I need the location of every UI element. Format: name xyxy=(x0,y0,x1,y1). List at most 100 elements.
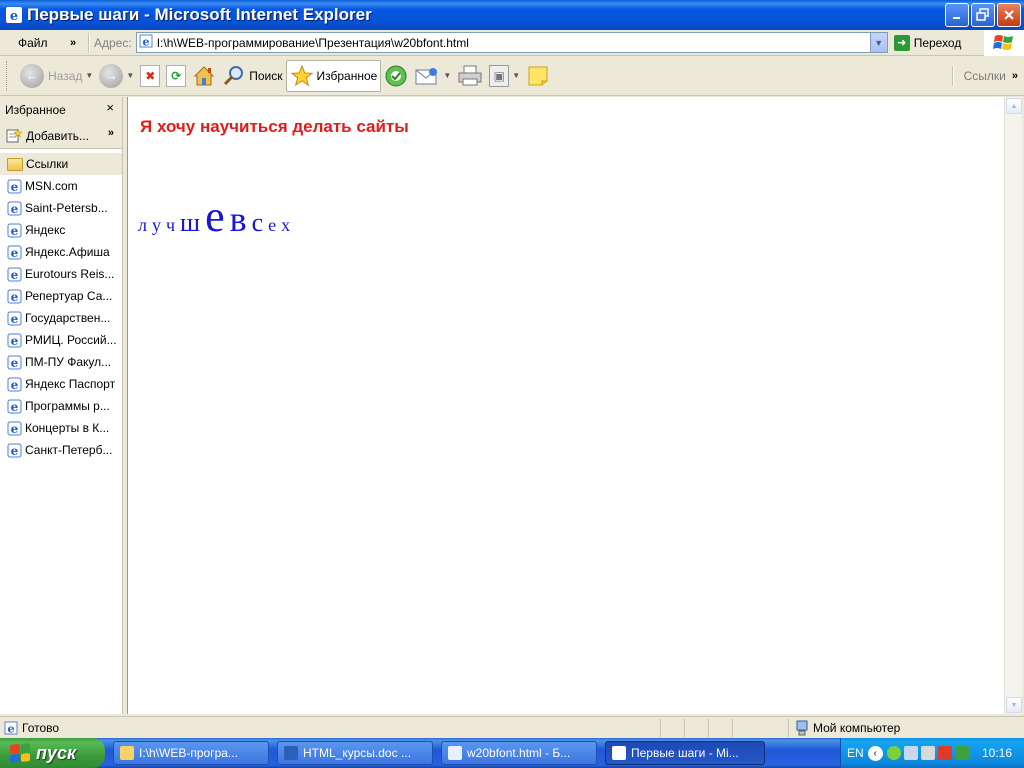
favorite-link[interactable]: e Государствен... xyxy=(0,307,122,329)
favorite-link[interactable]: e Репертуар Са... xyxy=(0,285,122,307)
sized-letter: л xyxy=(138,215,147,235)
favorites-label: Избранное xyxy=(316,68,378,83)
status-panel xyxy=(708,718,732,737)
taskbar-button[interactable]: w20bfont.html - Б... xyxy=(441,741,597,765)
edit-dropdown-icon[interactable]: ▼ xyxy=(512,71,520,80)
back-button[interactable]: ← Назад ▼ xyxy=(17,60,96,92)
ie-page-icon: e xyxy=(7,245,22,260)
favorite-link[interactable]: e Концерты в К... xyxy=(0,417,122,439)
taskbar-button[interactable]: I:\h\WEB-програ... xyxy=(113,741,269,765)
address-input[interactable]: I:\h\WEB-программирование\Презентация\w2… xyxy=(157,36,870,50)
back-dropdown-icon[interactable]: ▼ xyxy=(85,71,93,80)
favorite-link-label: Санкт-Петерб... xyxy=(25,443,113,457)
stop-button[interactable]: ✖ xyxy=(137,60,163,92)
favorites-chevron-icon[interactable]: » xyxy=(108,127,114,139)
task-app-icon xyxy=(120,746,134,760)
favorite-link-label: Государствен... xyxy=(25,311,111,325)
toolbar-grip[interactable] xyxy=(6,60,9,91)
go-button[interactable]: ➜ Переход xyxy=(893,34,972,51)
refresh-button[interactable]: ⟳ xyxy=(163,60,189,92)
address-bar[interactable]: e I:\h\WEB-программирование\Презентация\… xyxy=(135,32,888,53)
tray-network-icon[interactable] xyxy=(886,746,901,760)
scroll-up-icon[interactable]: ▲ xyxy=(1006,98,1022,114)
edit-icon: ▣ xyxy=(489,64,510,87)
tray-update-icon[interactable] xyxy=(954,746,969,760)
favorite-link[interactable]: e Программы р... xyxy=(0,395,122,417)
tray-expand-icon[interactable]: ‹ xyxy=(867,745,883,761)
favorites-button[interactable]: Избранное xyxy=(285,59,382,92)
media-icon xyxy=(385,65,407,86)
task-app-icon xyxy=(284,746,298,760)
links-chevron-icon[interactable]: » xyxy=(1012,70,1018,82)
forward-button[interactable]: → ▼ xyxy=(96,60,137,92)
mail-dropdown-icon[interactable]: ▼ xyxy=(443,71,451,80)
favorite-link[interactable]: e Eurotours Reis... xyxy=(0,263,122,285)
go-arrow-icon: ➜ xyxy=(893,34,910,51)
favorites-folder-links[interactable]: Ссылки xyxy=(0,153,122,175)
scroll-down-icon[interactable]: ▼ xyxy=(1006,697,1022,713)
media-button[interactable] xyxy=(381,60,411,92)
windows-logo-icon xyxy=(984,29,1024,56)
edit-button[interactable]: ▣ ▼ xyxy=(486,60,523,92)
sized-letter: е xyxy=(205,192,225,241)
svg-text:e: e xyxy=(11,444,19,458)
favorite-link[interactable]: e Saint-Petersb... xyxy=(0,197,122,219)
favorite-link[interactable]: e Яндекс Паспорт xyxy=(0,373,122,395)
favorite-link-label: MSN.com xyxy=(25,179,78,193)
close-button[interactable] xyxy=(997,3,1021,27)
title-bar[interactable]: e Первые шаги - Microsoft Internet Explo… xyxy=(0,0,1024,30)
address-dropdown-icon[interactable]: ▼ xyxy=(869,33,887,52)
forward-dropdown-icon[interactable]: ▼ xyxy=(126,71,134,80)
add-favorite-icon xyxy=(6,127,22,142)
print-button[interactable] xyxy=(454,60,486,92)
menu-chevron-icon[interactable]: » xyxy=(70,37,84,49)
tray-tools-icon[interactable] xyxy=(920,746,935,760)
menu-file[interactable]: Файл xyxy=(18,36,68,50)
separator xyxy=(88,32,90,53)
svg-text:e: e xyxy=(10,9,18,23)
language-indicator[interactable]: EN xyxy=(847,746,864,760)
page-done-icon: e xyxy=(4,721,18,735)
status-zone: Мой компьютер xyxy=(788,718,1024,737)
ie-page-icon: e xyxy=(7,377,22,392)
favorites-folder-label: Ссылки xyxy=(26,157,69,171)
tray-display-icon[interactable] xyxy=(903,746,918,760)
favorite-link[interactable]: e Яндекс xyxy=(0,219,122,241)
printer-icon xyxy=(458,65,482,85)
page-icon: e xyxy=(139,34,153,51)
add-favorite-button[interactable]: Добавить... » xyxy=(0,123,122,149)
start-button[interactable]: пуск xyxy=(0,738,105,768)
favorite-link[interactable]: e ПМ-ПУ Факул... xyxy=(0,351,122,373)
home-button[interactable] xyxy=(189,60,219,92)
favorite-link-label: Saint-Petersb... xyxy=(25,201,108,215)
favorite-link[interactable]: e РМИЦ. Россий... xyxy=(0,329,122,351)
page-content: Я хочу научиться делать сайты лучшевсех xyxy=(128,97,1004,714)
taskbar-button[interactable]: Первые шаги - Mi... xyxy=(605,741,765,765)
svg-text:e: e xyxy=(11,202,19,216)
favorite-link[interactable]: e Санкт-Петерб... xyxy=(0,439,122,461)
search-button[interactable]: Поиск xyxy=(219,60,285,92)
ie-page-icon: e xyxy=(7,179,22,194)
svg-text:e: e xyxy=(8,722,15,735)
vertical-scrollbar[interactable]: ▲ ▼ xyxy=(1004,97,1022,714)
taskbar-button[interactable]: HTML_курсы.doc ... xyxy=(277,741,433,765)
go-label: Переход xyxy=(913,35,962,50)
ie-page-icon: e xyxy=(7,267,22,282)
page-heading: Я хочу научиться делать сайты xyxy=(140,117,409,136)
my-computer-icon xyxy=(796,720,808,735)
links-toolbar[interactable]: Ссылки xyxy=(964,69,1006,83)
maximize-button[interactable] xyxy=(971,3,995,27)
sized-letter: ш xyxy=(180,208,201,237)
favorite-link-label: Репертуар Са... xyxy=(25,289,113,303)
tray-antivirus-icon[interactable] xyxy=(937,746,952,760)
favorite-link-label: ПМ-ПУ Факул... xyxy=(25,355,112,369)
favorite-link[interactable]: e MSN.com xyxy=(0,175,122,197)
notes-button[interactable] xyxy=(523,60,553,92)
minimize-button[interactable] xyxy=(945,3,969,27)
search-icon xyxy=(224,65,244,85)
status-panel xyxy=(684,718,708,737)
mail-button[interactable]: ▼ xyxy=(411,60,454,92)
favorite-link-label: Яндекс Паспорт xyxy=(25,377,116,391)
favorite-link[interactable]: e Яндекс.Афиша xyxy=(0,241,122,263)
close-icon[interactable]: × xyxy=(106,100,114,115)
